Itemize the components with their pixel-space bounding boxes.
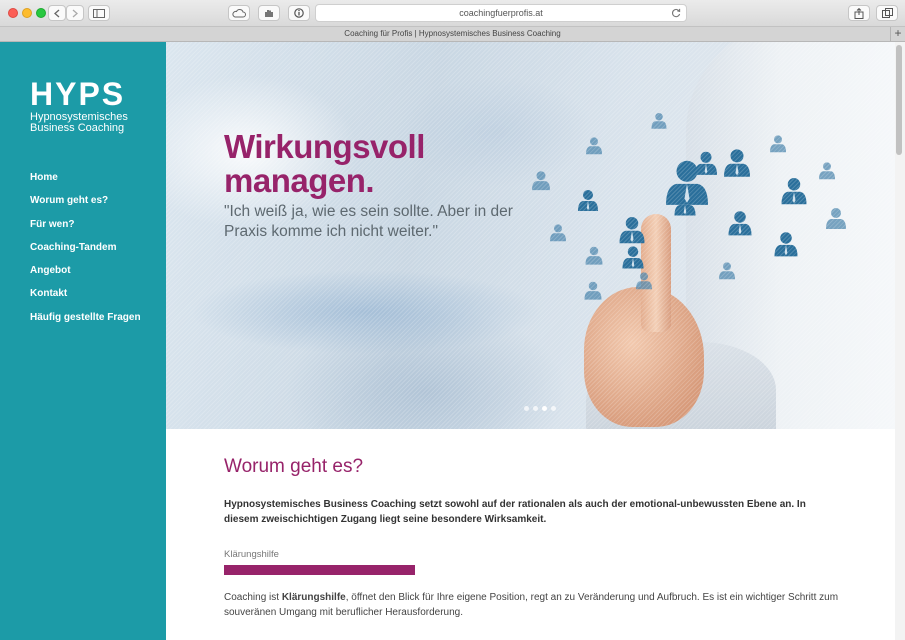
minimize-window-button[interactable] xyxy=(22,8,32,18)
cloud-icon xyxy=(232,8,246,17)
slider-dot[interactable] xyxy=(533,406,538,411)
extension-button[interactable] xyxy=(258,5,280,21)
nav-item-faq[interactable]: Häufig gestellte Fragen xyxy=(30,312,141,335)
icloud-button[interactable] xyxy=(228,5,250,21)
chevron-right-icon xyxy=(72,9,78,17)
hero-quote: "Ich weiß ja, wie es sein sollte. Aber i… xyxy=(224,203,513,240)
main-nav: Home Worum geht es? Für wen? Coaching-Ta… xyxy=(30,172,141,335)
skill-bar-label: Klärungshilfe xyxy=(224,549,279,560)
info-icon xyxy=(294,8,304,18)
hand-icon xyxy=(265,10,273,17)
share-icon xyxy=(854,7,864,19)
nav-item-coaching-tandem[interactable]: Coaching-Tandem xyxy=(30,242,141,265)
tagline-line-2: Business Coaching xyxy=(30,122,125,134)
url-text: coachingfuerprofis.at xyxy=(459,8,543,18)
scrollbar[interactable] xyxy=(895,42,905,640)
address-bar[interactable]: coachingfuerprofis.at xyxy=(315,4,687,22)
nav-item-worum-geht-es[interactable]: Worum geht es? xyxy=(30,195,141,218)
scrollbar-thumb[interactable] xyxy=(896,45,902,155)
skill-bar xyxy=(224,565,415,575)
lead-paragraph: Hypnosystemisches Business Coaching setz… xyxy=(224,499,806,525)
logo-tagline: Hypnosystemisches Business Coaching xyxy=(30,112,128,134)
tab-bar: Coaching für Profis | Hypnosystemisches … xyxy=(0,27,905,42)
logo[interactable]: HYPS xyxy=(30,78,125,110)
chevron-left-icon xyxy=(54,9,60,17)
sidebar-icon xyxy=(93,8,105,18)
headline-line-1: Wirkungsvoll xyxy=(224,128,425,165)
slider-dot-active[interactable] xyxy=(542,406,547,411)
nav-item-fuer-wen[interactable]: Für wen? xyxy=(30,219,141,242)
body-text-bold: Klärungshilfe xyxy=(281,592,346,603)
body-paragraph: Coaching ist Klärungshilfe, öffnet den B… xyxy=(224,590,844,620)
fullscreen-window-button[interactable] xyxy=(36,8,46,18)
slider-dot[interactable] xyxy=(524,406,529,411)
section-title: Worum geht es? xyxy=(224,456,364,477)
new-tab-button[interactable]: + xyxy=(890,27,905,41)
slider-pagination xyxy=(524,406,556,411)
share-button[interactable] xyxy=(848,5,870,21)
hero-slider[interactable]: Wirkungsvoll managen. "Ich weiß ja, wie … xyxy=(166,42,895,429)
nav-item-kontakt[interactable]: Kontakt xyxy=(30,288,141,311)
tab-title[interactable]: Coaching für Profis | Hypnosystemisches … xyxy=(344,29,560,38)
nav-item-angebot[interactable]: Angebot xyxy=(30,265,141,288)
sidebar-toggle-button[interactable] xyxy=(88,5,110,21)
tabs-overview-button[interactable] xyxy=(876,5,898,21)
headline-line-2: managen. xyxy=(224,162,375,199)
browser-toolbar: coachingfuerprofis.at xyxy=(0,0,905,27)
nav-item-home[interactable]: Home xyxy=(30,172,141,195)
reload-icon[interactable] xyxy=(671,8,681,18)
close-window-button[interactable] xyxy=(8,8,18,18)
back-button[interactable] xyxy=(48,5,66,21)
forward-button[interactable] xyxy=(66,5,84,21)
tabs-icon xyxy=(881,8,893,18)
hero-headline: Wirkungsvoll managen. xyxy=(224,130,425,198)
slider-dot[interactable] xyxy=(551,406,556,411)
privacy-button[interactable] xyxy=(288,5,310,21)
sidebar: HYPS Hypnosystemisches Business Coaching… xyxy=(0,42,166,640)
body-text-start: Coaching ist xyxy=(224,592,282,603)
